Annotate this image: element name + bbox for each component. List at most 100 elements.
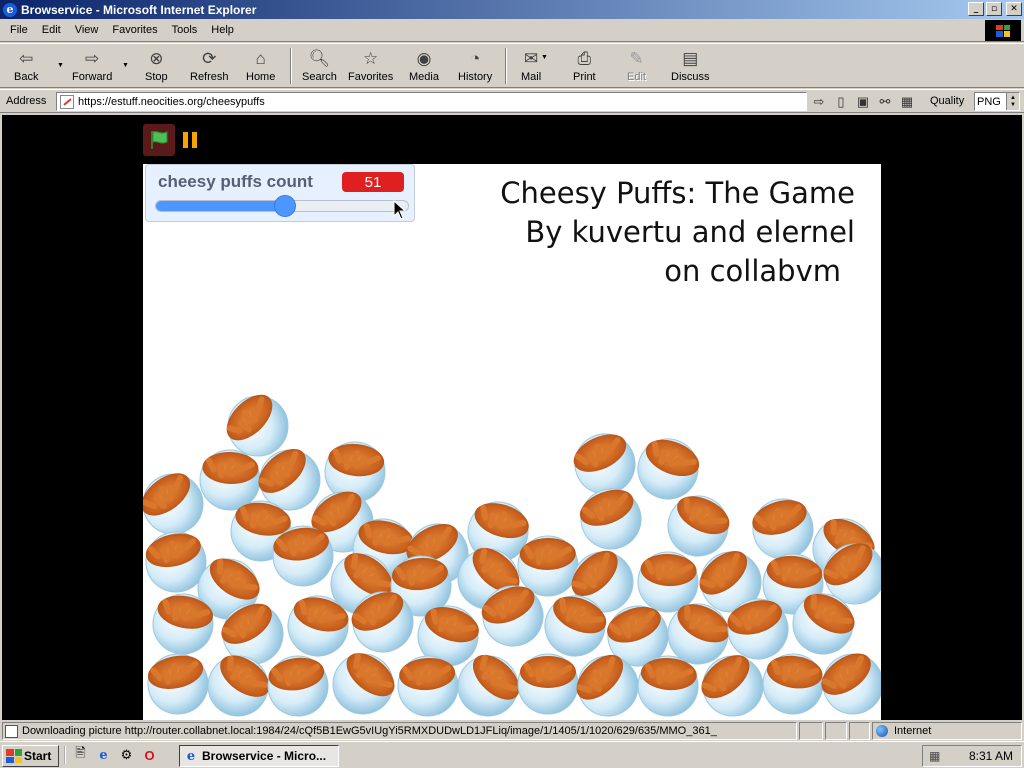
quality-label: Quality (930, 95, 965, 107)
home-icon: ⌂ (255, 49, 266, 68)
network-icon[interactable]: ⚙ (118, 746, 135, 764)
ie-icon: e (186, 748, 196, 764)
status-pane (799, 722, 823, 740)
windows-flag-icon (996, 24, 1010, 37)
green-flag-button[interactable] (143, 124, 175, 156)
puff-bowl (517, 535, 579, 597)
mouse-cursor-icon (393, 200, 407, 220)
mail-label: Mail (521, 71, 542, 83)
opera-icon[interactable]: O (141, 746, 158, 764)
clock[interactable]: 8:31 AM (969, 749, 1013, 763)
spin-up-icon[interactable]: ▲ (1010, 95, 1016, 102)
network-tray-icon[interactable]: ▦ (929, 749, 940, 763)
title-line-2: By kuvertu and elernel (525, 215, 855, 249)
menu-file[interactable]: File (3, 24, 35, 36)
history-button[interactable]: ◔ History (458, 48, 492, 83)
printer-icon: ⎙ (577, 49, 592, 68)
search-icon: 🔍︎ (308, 49, 331, 68)
toolbar-separator (505, 48, 507, 84)
menu-view[interactable]: View (68, 24, 106, 36)
clipboard-icon[interactable]: ▦ (899, 94, 915, 110)
title-bar: e Browservice - Microsoft Internet Explo… (0, 0, 1024, 19)
zone-label: Internet (894, 725, 932, 737)
quality-spinner[interactable]: ▲ ▼ (1006, 93, 1019, 110)
bookmark-icon[interactable]: ▯ (833, 94, 849, 110)
count-slider-thumb[interactable] (273, 195, 296, 217)
start-label: Start (24, 749, 52, 763)
stop-label: Stop (145, 71, 168, 83)
mail-dropdown-icon[interactable]: ▼ (541, 54, 548, 61)
puff-bowl (762, 653, 824, 715)
spin-down-icon[interactable]: ▼ (1010, 102, 1016, 109)
discuss-button[interactable]: ▤ Discuss (671, 48, 710, 83)
history-icon: ◔ (469, 49, 481, 68)
close-button[interactable]: ✕ (1006, 2, 1022, 16)
search-label: Search (302, 71, 337, 83)
go-arrow-icon[interactable]: ⇨ (811, 94, 827, 110)
media-label: Media (409, 71, 439, 83)
puff-bowl (517, 653, 579, 715)
status-text: Downloading picture http://router.collab… (22, 725, 717, 737)
edit-button[interactable]: ✎ Edit (627, 48, 646, 83)
puff-bowl (267, 655, 329, 717)
menu-help[interactable]: Help (204, 24, 241, 36)
address-field[interactable]: https://estuff.neocities.org/cheesypuffs (56, 92, 807, 111)
url-text[interactable]: https://estuff.neocities.org/cheesypuffs (78, 96, 265, 108)
windows-logo-icon (6, 749, 22, 763)
show-desktop-icon[interactable]: 🖹 (72, 745, 89, 764)
monitor-label: cheesy puffs count (158, 172, 313, 191)
discuss-label: Discuss (671, 71, 710, 83)
game-title: Cheesy Puffs: The Game By kuvertu and el… (500, 174, 855, 291)
refresh-button[interactable]: ⟳ Refresh (190, 48, 229, 83)
back-button[interactable]: ⇦ Back (14, 48, 38, 83)
status-bar: Downloading picture http://router.collab… (0, 720, 1024, 741)
task-label: Browservice - Micro... (202, 749, 327, 763)
edit-label: Edit (627, 71, 646, 83)
toolbar: ⇦ Back ▼ ⇨ Forward ▼ ⊗ Stop ⟳ Refresh ⌂ … (0, 43, 1024, 88)
find-binoculars-icon[interactable]: ⚯ (877, 94, 893, 110)
variable-monitor[interactable]: cheesy puffs count 51 (145, 164, 415, 222)
favorites-folder-icon: ☆ (363, 49, 379, 68)
address-bar-actions: ⇨ ▯ ▣ ⚯ ▦ (811, 94, 915, 110)
mail-button[interactable]: ✉ Mail (521, 48, 541, 83)
system-tray: ▦ 8:31 AM (922, 745, 1022, 767)
mail-icon: ✉ (523, 49, 539, 68)
stop-icon: ⊗ (149, 49, 164, 68)
history-label: History (458, 71, 493, 83)
ie-icon: e (3, 2, 17, 17)
count-slider-fill (156, 201, 285, 211)
print-button[interactable]: ⎙ Print (573, 48, 596, 83)
discuss-icon: ▤ (682, 49, 699, 68)
minimize-button[interactable]: _ (968, 2, 984, 16)
media-button[interactable]: ◉ Media (409, 48, 439, 83)
pause-button[interactable] (183, 132, 197, 148)
save-picture-icon[interactable]: ▣ (855, 94, 871, 110)
home-button[interactable]: ⌂ Home (246, 48, 275, 83)
forward-dropdown-icon[interactable]: ▼ (122, 62, 129, 69)
search-button[interactable]: 🔍︎ Search (302, 48, 337, 83)
menu-edit[interactable]: Edit (35, 24, 68, 36)
back-dropdown-icon[interactable]: ▼ (57, 62, 64, 69)
forward-button[interactable]: ⇨ Forward (72, 48, 112, 83)
menu-favorites[interactable]: Favorites (105, 24, 164, 36)
status-pane (849, 722, 870, 740)
stop-button[interactable]: ⊗ Stop (145, 48, 168, 83)
toolbar-separator (290, 48, 292, 84)
puff-bowl (199, 449, 261, 511)
favorites-button[interactable]: ☆ Favorites (348, 48, 393, 83)
favorites-label: Favorites (348, 71, 394, 83)
edit-icon: ✎ (629, 49, 644, 68)
back-label: Back (14, 71, 39, 83)
monitor-value: 51 (342, 172, 404, 192)
menu-tools[interactable]: Tools (165, 24, 205, 36)
start-button[interactable]: Start (2, 745, 59, 767)
broken-page-icon (60, 94, 74, 109)
player-controls (143, 124, 197, 156)
maximize-button[interactable]: ▫ (986, 2, 1002, 16)
taskbar-browservice-window[interactable]: e Browservice - Micro... (179, 745, 339, 767)
quality-select[interactable]: PNG ▲ ▼ (974, 92, 1020, 111)
refresh-icon: ⟳ (202, 49, 217, 68)
game-stage[interactable]: cheesy puffs count 51 Cheesy Puffs: The … (143, 164, 881, 720)
address-label: Address (6, 95, 47, 107)
internet-explorer-icon[interactable]: e (95, 746, 112, 764)
